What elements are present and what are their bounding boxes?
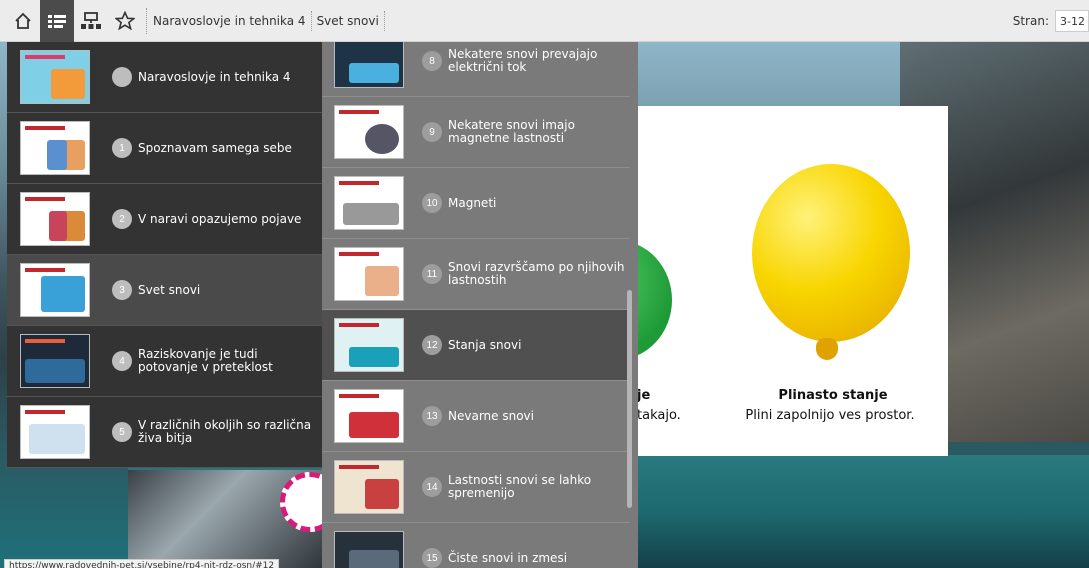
chapter-number: 5: [112, 422, 132, 442]
chapter-number: 4: [112, 351, 132, 371]
subchapter-number: 9: [422, 122, 442, 142]
subchapter-number: 13: [422, 406, 442, 426]
star-icon: [115, 10, 135, 30]
toc-item-book[interactable]: Naravoslovje in tehnika 4: [7, 42, 322, 113]
thumbnail-image: [334, 531, 404, 568]
chapter-number: 3: [112, 280, 132, 300]
toc-subitem-14[interactable]: 14 Lastnosti snovi se lahko spremenijo: [322, 452, 630, 523]
toc-subitem-13[interactable]: 13 Nevarne snovi: [322, 381, 630, 452]
subchapter-number: 12: [422, 335, 442, 355]
thumbnail-image: [20, 334, 90, 388]
toc-label: Lastnosti snovi se lahko spremenijo: [448, 473, 592, 500]
sitemap-icon: [81, 11, 101, 29]
thumbnail-image: [334, 105, 404, 159]
toc-subitem-12[interactable]: 12 Stanja snovi: [322, 310, 630, 381]
toc-subitem-9[interactable]: 9 Nekatere snovi imajo magnetne lastnost…: [322, 97, 630, 168]
toc-item-3[interactable]: 3 Svet snovi: [7, 255, 322, 326]
breadcrumb-divider: [310, 10, 312, 31]
toolbar-divider: [146, 7, 147, 34]
page-indicator: Stran: 3-12: [1013, 0, 1089, 42]
thumbnail-image: [334, 318, 404, 372]
chapter-number: 1: [112, 138, 132, 158]
toc-label: Svet snovi: [138, 282, 201, 297]
toc-subitem-10[interactable]: 10 Magneti: [322, 168, 630, 239]
toc-item-5[interactable]: 5 V različnih okoljih so različna živa b…: [7, 397, 322, 468]
breadcrumb-chapter[interactable]: Svet snovi: [315, 14, 381, 28]
top-toolbar: Naravoslovje in tehnika 4 Svet snovi Str…: [0, 0, 1089, 42]
toc-label: Spoznavam samega sebe: [138, 140, 292, 155]
subchapter-number: 15: [422, 548, 442, 568]
thumbnail-image: [334, 389, 404, 443]
toc-scrollbar[interactable]: [627, 290, 632, 508]
thumbnail-image: [20, 405, 90, 459]
toc-label: Snovi razvrščamo po njihovih lastnostih: [448, 260, 625, 287]
thumbnail-image: [334, 176, 404, 230]
subchapter-number: 11: [422, 264, 442, 284]
card-left-text: takajo.: [637, 408, 681, 423]
toc-label: Magneti: [448, 195, 497, 210]
thumbnail-image: [334, 34, 404, 88]
toc-button[interactable]: [40, 0, 74, 42]
subchapter-number: 10: [422, 193, 442, 213]
card-text: Plini zapolnijo ves prostor.: [745, 408, 915, 423]
breadcrumb-book[interactable]: Naravoslovje in tehnika 4: [151, 14, 308, 28]
toc-subitem-11[interactable]: 11 Snovi razvrščamo po njihovih lastnost…: [322, 239, 630, 310]
status-url: https://www.radovednih-pet.si/vsebine/rp…: [4, 559, 280, 568]
favorites-button[interactable]: [108, 0, 142, 42]
thumbnail-image: [334, 460, 404, 514]
chapter-number: [112, 67, 132, 87]
breadcrumb-divider: [383, 10, 385, 31]
toc-label: Stanja snovi: [448, 337, 522, 352]
thumbnail-image: [334, 247, 404, 301]
list-icon: [48, 14, 66, 28]
toc-label: Naravoslovje in tehnika 4: [138, 69, 291, 84]
subchapter-number: 14: [422, 477, 442, 497]
pages-input[interactable]: 3-12: [1055, 10, 1089, 32]
pages-label: Stran:: [1012, 14, 1049, 28]
toc-item-4[interactable]: 4 Raziskovanje je tudi potovanje v prete…: [7, 326, 322, 397]
toc-item-2[interactable]: 2 V naravi opazujemo pojave: [7, 184, 322, 255]
toc-item-1[interactable]: 1 Spoznavam samega sebe: [7, 113, 322, 184]
toc-label: V naravi opazujemo pojave: [138, 211, 302, 226]
home-button[interactable]: [6, 0, 40, 42]
balloon-knot: [816, 338, 838, 360]
chapter-number: 2: [112, 209, 132, 229]
toc-panel-chapters: Naravoslovje in tehnika 4 1 Spoznavam sa…: [7, 42, 322, 468]
thumbnail-image: [20, 263, 90, 317]
toc-label: V različnih okoljih so različna živa bit…: [138, 418, 312, 445]
toc-subitem-15[interactable]: 15 Čiste snovi in zmesi: [322, 523, 630, 568]
thumbnail-image: [20, 50, 90, 104]
toc-label: Nekatere snovi imajo magnetne lastnosti: [448, 118, 575, 145]
card-title: Plinasto stanje: [778, 388, 888, 403]
toc-label: Čiste snovi in zmesi: [448, 550, 568, 565]
yellow-balloon-image: [752, 164, 910, 342]
toc-label: Nevarne snovi: [448, 408, 534, 423]
thumbnail-image: [20, 192, 90, 246]
thumbnail-image: [20, 121, 90, 175]
toc-panel-subchapters: 8 Nekatere snovi prevajajo električni to…: [322, 34, 638, 568]
card-left-title: je: [637, 388, 651, 403]
toc-label: Nekatere snovi prevajajo električni tok: [448, 47, 598, 74]
home-icon: [15, 12, 31, 29]
toc-label: Raziskovanje je tudi potovanje v pretekl…: [138, 347, 273, 374]
structure-button[interactable]: [74, 0, 108, 42]
subchapter-number: 8: [422, 51, 442, 71]
